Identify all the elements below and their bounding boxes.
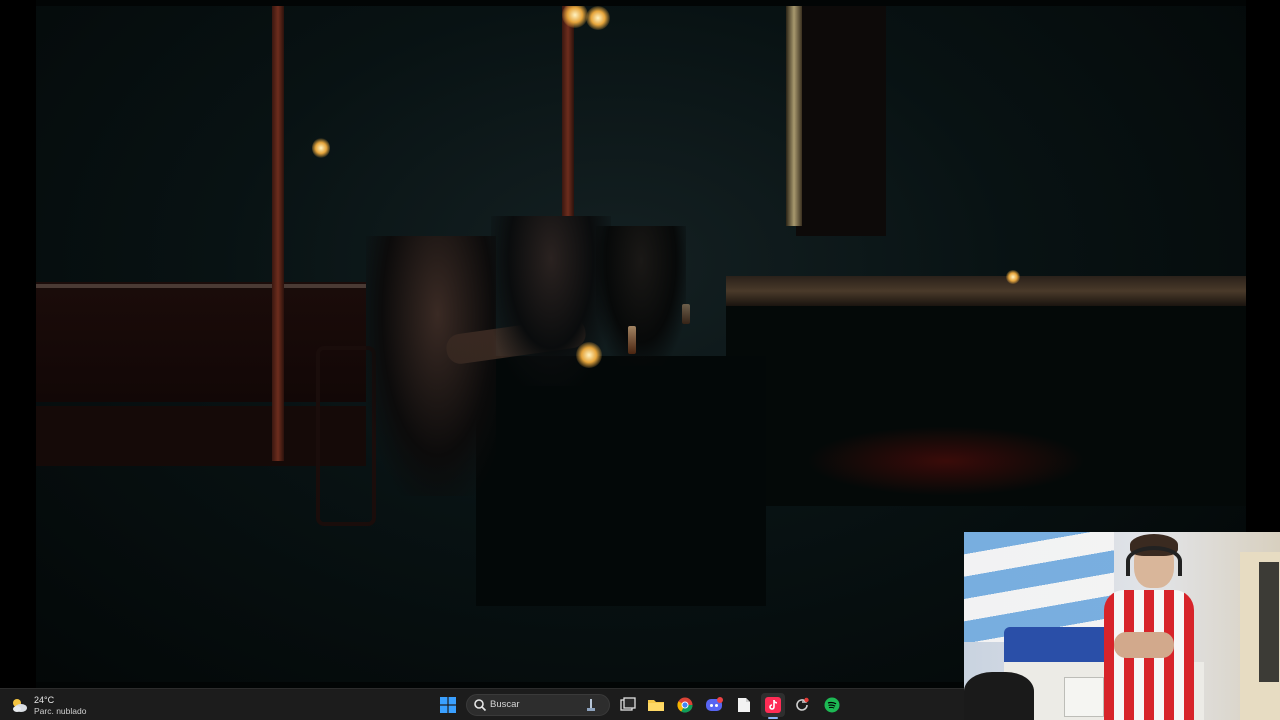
tiktok-button[interactable] — [761, 693, 785, 717]
letterbox-left — [0, 0, 36, 688]
task-view-icon — [620, 697, 636, 711]
webcam-overlay — [964, 532, 1280, 720]
refresh-icon — [796, 697, 809, 711]
drawer — [1064, 677, 1104, 717]
wall-lamp — [312, 138, 330, 158]
discord-icon — [706, 697, 723, 711]
racing-wheel — [964, 672, 1034, 720]
wine-glass — [682, 304, 690, 324]
red-rug — [806, 426, 1086, 496]
gold-post — [786, 6, 802, 226]
red-pillar-left — [272, 6, 284, 461]
task-view-button[interactable] — [616, 693, 640, 717]
search-input[interactable]: Buscar — [466, 694, 610, 716]
bar-light — [1006, 270, 1020, 284]
discord-button[interactable] — [702, 693, 726, 717]
search-highlight-icon — [587, 699, 595, 711]
weather-condition: Parc. nublado — [34, 706, 87, 716]
chrome-button[interactable] — [673, 693, 697, 717]
wine-glass — [628, 326, 636, 354]
refresh-app-button[interactable] — [790, 693, 814, 717]
wall-rail — [36, 284, 366, 288]
dinner-table — [476, 356, 766, 606]
bar-counter — [726, 276, 1246, 306]
candle — [576, 342, 602, 368]
spotify-icon — [824, 697, 840, 713]
spotify-button[interactable] — [820, 693, 844, 717]
headset — [1126, 546, 1182, 576]
tiktok-icon — [765, 697, 781, 713]
poster — [1259, 562, 1279, 682]
search-placeholder: Buscar — [490, 699, 520, 710]
file-icon — [738, 698, 750, 712]
weather-widget[interactable]: 24°C Parc. nublado — [10, 692, 100, 718]
documents-button[interactable] — [732, 693, 756, 717]
partly-cloudy-icon — [13, 699, 27, 712]
streamer-hands — [1114, 632, 1174, 658]
weather-temperature: 24°C — [34, 695, 55, 705]
ceiling-lamp — [586, 6, 610, 30]
woman-figure — [366, 236, 496, 496]
folder-icon — [648, 700, 664, 711]
chrome-icon — [677, 697, 693, 713]
curtain — [796, 6, 886, 236]
start-button[interactable] — [436, 693, 460, 717]
file-explorer-button[interactable] — [644, 693, 668, 717]
argentina-flag — [964, 532, 1114, 642]
search-icon — [474, 699, 487, 712]
windows-start-icon — [440, 697, 456, 713]
active-app-indicator — [768, 717, 778, 719]
taskbar: 24°C Parc. nublado Buscar — [0, 688, 964, 720]
background-figure — [596, 226, 686, 366]
ceiling-lamp — [562, 6, 588, 28]
